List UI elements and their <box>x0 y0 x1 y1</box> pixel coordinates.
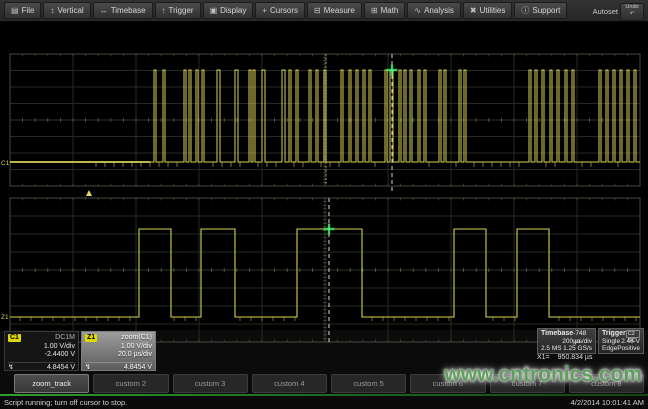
trigger-level: 2.46 V <box>621 338 640 346</box>
c1-coupling: DC1M <box>55 334 75 342</box>
z1-tdiv: 20.0 µs/div <box>85 351 152 359</box>
c1-offset: -2.4400 V <box>8 351 75 359</box>
menu-item-label: Support <box>532 6 560 15</box>
z1-badge: Z1 <box>85 334 97 342</box>
x1-value: 950.834 µs <box>558 354 593 361</box>
vertical-icon: ↕ <box>50 7 54 15</box>
menu-item-label: Timebase <box>111 6 146 15</box>
watermark: www.cntronics.com <box>444 363 642 387</box>
tab-zoom_track[interactable]: zoom_track <box>14 374 89 393</box>
tab-custom-2[interactable]: custom 2 <box>93 374 168 393</box>
x1-label: X1= <box>537 354 550 361</box>
menu-item-measure[interactable]: ⊟Measure <box>307 2 362 19</box>
trigger-slope: Positive <box>617 345 640 353</box>
menu-item-label: Trigger <box>169 6 194 15</box>
timebase-icon: ↔ <box>100 7 108 15</box>
c1-vdiv: 1.00 V/div <box>8 343 75 351</box>
tab-custom-4[interactable]: custom 4 <box>252 374 327 393</box>
cursors-icon: + <box>262 7 267 15</box>
timebase-delay: -748 µs <box>573 330 592 338</box>
cursor-x1-readout: X1= 950.834 µs <box>537 354 647 361</box>
c1-position-label: C1 <box>1 160 10 167</box>
utilities-icon: ✖ <box>470 7 477 15</box>
analysis-icon: ∿ <box>414 7 421 15</box>
menu-item-label: Vertical <box>57 6 83 15</box>
status-message: Script running; turn off cursor to stop. <box>4 398 127 407</box>
menu-item-cursors[interactable]: +Cursors <box>255 2 305 19</box>
trigger-icon: ↑ <box>162 7 166 15</box>
menu-item-label: Cursors <box>270 6 298 15</box>
waveform-display[interactable]: C1 Z1 <box>0 22 648 330</box>
trigger-source-badge: C2 DC <box>626 330 640 338</box>
trigger-label: Trigger <box>602 330 626 338</box>
menu-item-analysis[interactable]: ∿Analysis <box>407 2 461 19</box>
z1-position-label: Z1 <box>1 314 9 321</box>
menu-bar: Autoset Undo ↶ ▤File↕Vertical↔Timebase↑T… <box>0 0 648 22</box>
menu-item-label: Display <box>220 6 246 15</box>
timebase-label: Timebase <box>541 330 573 338</box>
display-icon: ▣ <box>210 7 218 15</box>
c1-badge: C1 <box>8 334 21 342</box>
math-icon: ⊞ <box>371 7 378 15</box>
menu-item-label: Math <box>381 6 399 15</box>
z1-vdiv: 1.00 V/div <box>85 343 152 351</box>
menu-item-utilities[interactable]: ✖Utilities <box>463 2 512 19</box>
z1-bolt-icon: ↯ <box>85 364 91 372</box>
tab-custom-5[interactable]: custom 5 <box>331 374 406 393</box>
scope-graticule: C1 Z1 <box>0 22 648 352</box>
z1-source: zoom(C1) <box>121 334 152 342</box>
trigger-mode: Single <box>602 338 620 346</box>
menu-item-math[interactable]: ⊞Math <box>364 2 406 19</box>
menu-item-file[interactable]: ▤File <box>4 2 41 19</box>
zoom-position-triangle-icon <box>86 190 92 196</box>
menu-item-label: Measure <box>324 6 355 15</box>
menu-item-display[interactable]: ▣Display <box>203 2 254 19</box>
status-bar: Script running; turn off cursor to stop.… <box>0 396 648 409</box>
undo-button[interactable]: Undo ↶ <box>620 3 644 21</box>
channel-descriptor-z1[interactable]: Z1 zoom(C1) 1.00 V/div 20.0 µs/div ↯ 4.8… <box>81 331 156 371</box>
timebase-tdiv: 200 µs/div <box>562 338 592 346</box>
timebase-panel[interactable]: Timebase-748 µs 200 µs/div 2.5 MS1.25 GS… <box>537 328 596 354</box>
tab-custom-3[interactable]: custom 3 <box>173 374 248 393</box>
menu-item-timebase[interactable]: ↔Timebase <box>93 2 153 19</box>
menu-item-trigger[interactable]: ↑Trigger <box>155 2 201 19</box>
measure-icon: ⊟ <box>314 7 321 15</box>
support-icon: ⓘ <box>521 7 529 15</box>
c1-cursor-value: 4.8454 V <box>47 364 75 372</box>
trigger-type: Edge <box>602 345 617 353</box>
status-datetime: 4/2/2014 10:01:41 AM <box>571 398 644 407</box>
undo-label: Undo <box>625 4 638 10</box>
file-icon: ▤ <box>11 7 19 15</box>
timebase-rate: 1.25 GS/s <box>563 345 592 353</box>
c1-bolt-icon: ↯ <box>8 364 14 372</box>
z1-cursor-value: 4.8454 V <box>124 364 152 372</box>
menu-item-label: File <box>22 6 35 15</box>
menu-item-label: Utilities <box>480 6 506 15</box>
menu-item-support[interactable]: ⓘSupport <box>514 2 567 19</box>
menu-item-vertical[interactable]: ↕Vertical <box>43 2 90 19</box>
undo-icon: ↶ <box>630 11 635 17</box>
menu-item-label: Analysis <box>424 6 454 15</box>
trigger-panel[interactable]: TriggerC2 DC Single2.46 V EdgePositive <box>598 328 644 354</box>
timebase-samples: 2.5 MS <box>541 345 562 353</box>
channel-descriptor-c1[interactable]: C1 DC1M 1.00 V/div -2.4400 V ↯ 4.8454 V <box>4 331 79 371</box>
autoset-label[interactable]: Autoset <box>593 7 618 16</box>
